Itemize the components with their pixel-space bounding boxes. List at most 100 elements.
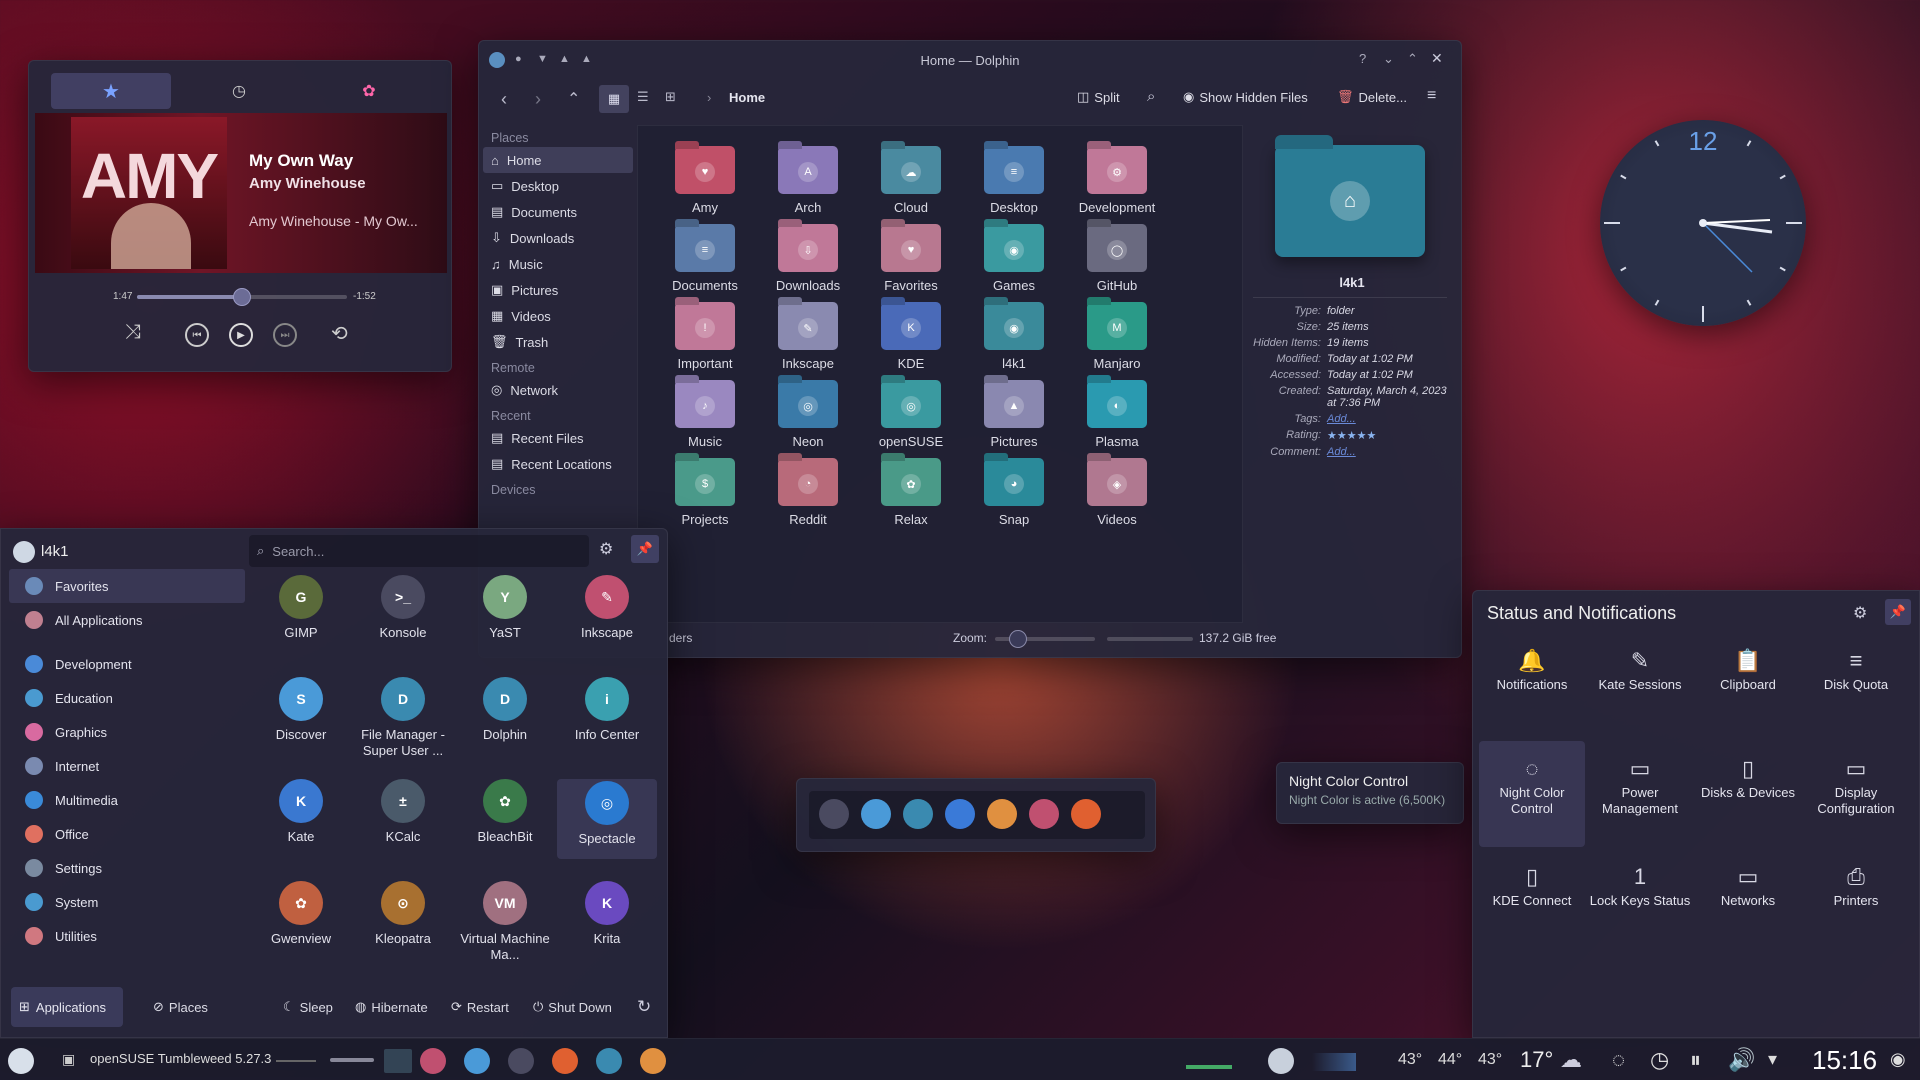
sleep-button[interactable]: ☾ Sleep bbox=[283, 999, 333, 1015]
category-education[interactable]: Education bbox=[9, 681, 245, 715]
cloud-icon[interactable]: ☁ bbox=[1560, 1047, 1582, 1073]
folder-item[interactable]: K KDE bbox=[856, 296, 966, 386]
app-kate[interactable]: K Kate bbox=[251, 779, 351, 845]
repeat-icon[interactable]: ⟲ bbox=[331, 321, 348, 346]
search-input[interactable]: ⌕ Search... bbox=[249, 535, 589, 567]
sidebar-item-music[interactable]: ♫ Music bbox=[479, 251, 637, 277]
pin-icon[interactable]: 📌 bbox=[1885, 599, 1911, 625]
sidebar-item-downloads[interactable]: ⇩ Downloads bbox=[479, 225, 637, 251]
status-disk-quota[interactable]: ≡ Disk Quota bbox=[1803, 645, 1909, 693]
category-favorites[interactable]: Favorites bbox=[9, 569, 245, 603]
folder-item[interactable]: ! Important bbox=[650, 296, 760, 386]
search-icon[interactable]: ⌕ bbox=[1147, 88, 1155, 105]
up-icon[interactable]: ⌃ bbox=[567, 89, 580, 109]
hamburger-menu-icon[interactable]: ≡ bbox=[1427, 87, 1436, 105]
seek-bar[interactable] bbox=[137, 288, 347, 306]
status-networks[interactable]: ▭ Networks bbox=[1695, 861, 1801, 909]
sidebar-item-recent-files[interactable]: ▤ Recent Files bbox=[479, 425, 637, 451]
volume-icon[interactable]: 🔊 bbox=[1728, 1047, 1755, 1073]
status-power-management[interactable]: ▭ Power Management bbox=[1587, 753, 1693, 817]
app-discover[interactable]: S Discover bbox=[251, 677, 351, 743]
shade-icon[interactable]: ▼ bbox=[537, 53, 548, 65]
avatar[interactable] bbox=[13, 541, 35, 563]
category-multimedia[interactable]: Multimedia bbox=[9, 783, 245, 817]
status-lock-keys-status[interactable]: 1 Lock Keys Status bbox=[1587, 861, 1693, 909]
zoom-handle[interactable] bbox=[1009, 630, 1027, 648]
app-dolphin[interactable]: D Dolphin bbox=[455, 677, 555, 743]
compact-view-icon[interactable]: ☰ bbox=[637, 89, 649, 105]
task-icon[interactable] bbox=[420, 1048, 446, 1074]
folder-item[interactable]: M Manjaro bbox=[1062, 296, 1172, 386]
folder-item[interactable]: ▲ Pictures bbox=[959, 374, 1069, 464]
zoom-slider[interactable] bbox=[995, 630, 1095, 648]
dock-app-icon[interactable] bbox=[903, 799, 933, 829]
app-gwenview[interactable]: ✿ Gwenview bbox=[251, 881, 351, 947]
previous-icon[interactable]: ⏮ bbox=[185, 323, 209, 347]
delete-button[interactable]: 🗑 Delete... bbox=[1337, 89, 1407, 105]
category-settings[interactable]: Settings bbox=[9, 851, 245, 885]
category-system[interactable]: System bbox=[9, 885, 245, 919]
app-gimp[interactable]: G GIMP bbox=[251, 575, 351, 641]
folder-item[interactable]: ◈ Videos bbox=[1062, 452, 1172, 542]
sidebar-item-desktop[interactable]: ▭ Desktop bbox=[479, 173, 637, 199]
pager-icon[interactable]: ▣ bbox=[62, 1051, 75, 1068]
folder-item[interactable]: ≡ Desktop bbox=[959, 140, 1069, 230]
status-kde-connect[interactable]: ▯ KDE Connect bbox=[1479, 861, 1585, 909]
task-icon[interactable] bbox=[596, 1048, 622, 1074]
app-yast[interactable]: Y YaST bbox=[455, 575, 555, 641]
sidebar-item-recent-locations[interactable]: ▤ Recent Locations bbox=[479, 451, 637, 477]
play-icon[interactable]: ▶ bbox=[229, 323, 253, 347]
folder-item[interactable]: $ Projects bbox=[650, 452, 760, 542]
dock-app-icon[interactable] bbox=[861, 799, 891, 829]
forward-icon[interactable]: › bbox=[535, 89, 541, 110]
dock-app-icon[interactable] bbox=[945, 799, 975, 829]
folder-item[interactable]: ✎ Inkscape bbox=[753, 296, 863, 386]
show-hidden-button[interactable]: ◉ Show Hidden Files bbox=[1183, 89, 1308, 105]
info-value[interactable]: Add... bbox=[1327, 413, 1447, 425]
folder-item[interactable]: ◕ Snap bbox=[959, 452, 1069, 542]
sidebar-item-videos[interactable]: ▦ Videos bbox=[479, 303, 637, 329]
tab-photos[interactable]: ✿ bbox=[309, 73, 429, 109]
clock-tray-icon[interactable]: ◷ bbox=[1650, 1047, 1669, 1073]
folder-item[interactable]: ≡ Documents bbox=[650, 218, 760, 308]
folder-item[interactable]: ✿ Relax bbox=[856, 452, 966, 542]
app-bleachbit[interactable]: ✿ BleachBit bbox=[455, 779, 555, 845]
status-kate-sessions[interactable]: ✎ Kate Sessions bbox=[1587, 645, 1693, 693]
sidebar-item-network[interactable]: ◎ Network bbox=[479, 377, 637, 403]
distro-icon[interactable] bbox=[1268, 1048, 1294, 1074]
app-virtual-machine-ma[interactable]: VM Virtual Machine Ma... bbox=[455, 881, 555, 963]
status-clipboard[interactable]: 📋 Clipboard bbox=[1695, 645, 1801, 693]
folder-item[interactable]: ◉ Games bbox=[959, 218, 1069, 308]
pin-icon[interactable]: 📌 bbox=[631, 535, 659, 563]
tab-recent[interactable]: ◷ bbox=[179, 73, 299, 109]
folder-item[interactable]: ◎ Neon bbox=[753, 374, 863, 464]
folder-item[interactable]: ◯ GitHub bbox=[1062, 218, 1172, 308]
tab-favorites[interactable]: ★ bbox=[51, 73, 171, 109]
close-icon[interactable]: ✕ bbox=[1431, 50, 1443, 67]
maximize-icon[interactable]: ⌃ bbox=[1407, 51, 1418, 67]
folder-item[interactable]: ⚙ Development bbox=[1062, 140, 1172, 230]
breadcrumb[interactable]: Home bbox=[729, 90, 765, 105]
folder-item[interactable]: ⇩ Downloads bbox=[753, 218, 863, 308]
places-tab[interactable]: ⊘ Places bbox=[153, 999, 208, 1015]
sidebar-item-home[interactable]: ⌂ Home bbox=[483, 147, 633, 173]
next-icon[interactable]: ⏭ bbox=[273, 323, 297, 347]
category-development[interactable]: Development bbox=[9, 647, 245, 681]
folder-item[interactable]: ◉ l4k1 bbox=[959, 296, 1069, 386]
minimize-icon[interactable]: ⌄ bbox=[1383, 51, 1394, 67]
hibernate-button[interactable]: ◍ Hibernate bbox=[355, 999, 428, 1015]
app-krita[interactable]: K Krita bbox=[557, 881, 657, 947]
task-icon[interactable] bbox=[640, 1048, 666, 1074]
task-icon[interactable] bbox=[508, 1048, 534, 1074]
status-printers[interactable]: ⎙ Printers bbox=[1803, 861, 1909, 909]
status-night-color-control[interactable]: ◌ Night Color Control bbox=[1479, 753, 1585, 817]
folder-item[interactable]: ◎ openSUSE bbox=[856, 374, 966, 464]
back-icon[interactable]: ‹ bbox=[501, 89, 507, 110]
task-icon[interactable] bbox=[464, 1048, 490, 1074]
folder-item[interactable]: ♥ Amy bbox=[650, 140, 760, 230]
configure-icon[interactable]: ⚙ bbox=[599, 539, 613, 559]
folder-item[interactable]: ◔ Reddit bbox=[753, 452, 863, 542]
category-utilities[interactable]: Utilities bbox=[9, 919, 245, 953]
sidebar-item-trash[interactable]: 🗑 Trash bbox=[479, 329, 637, 355]
digital-clock[interactable]: 15:16 bbox=[1812, 1045, 1877, 1076]
